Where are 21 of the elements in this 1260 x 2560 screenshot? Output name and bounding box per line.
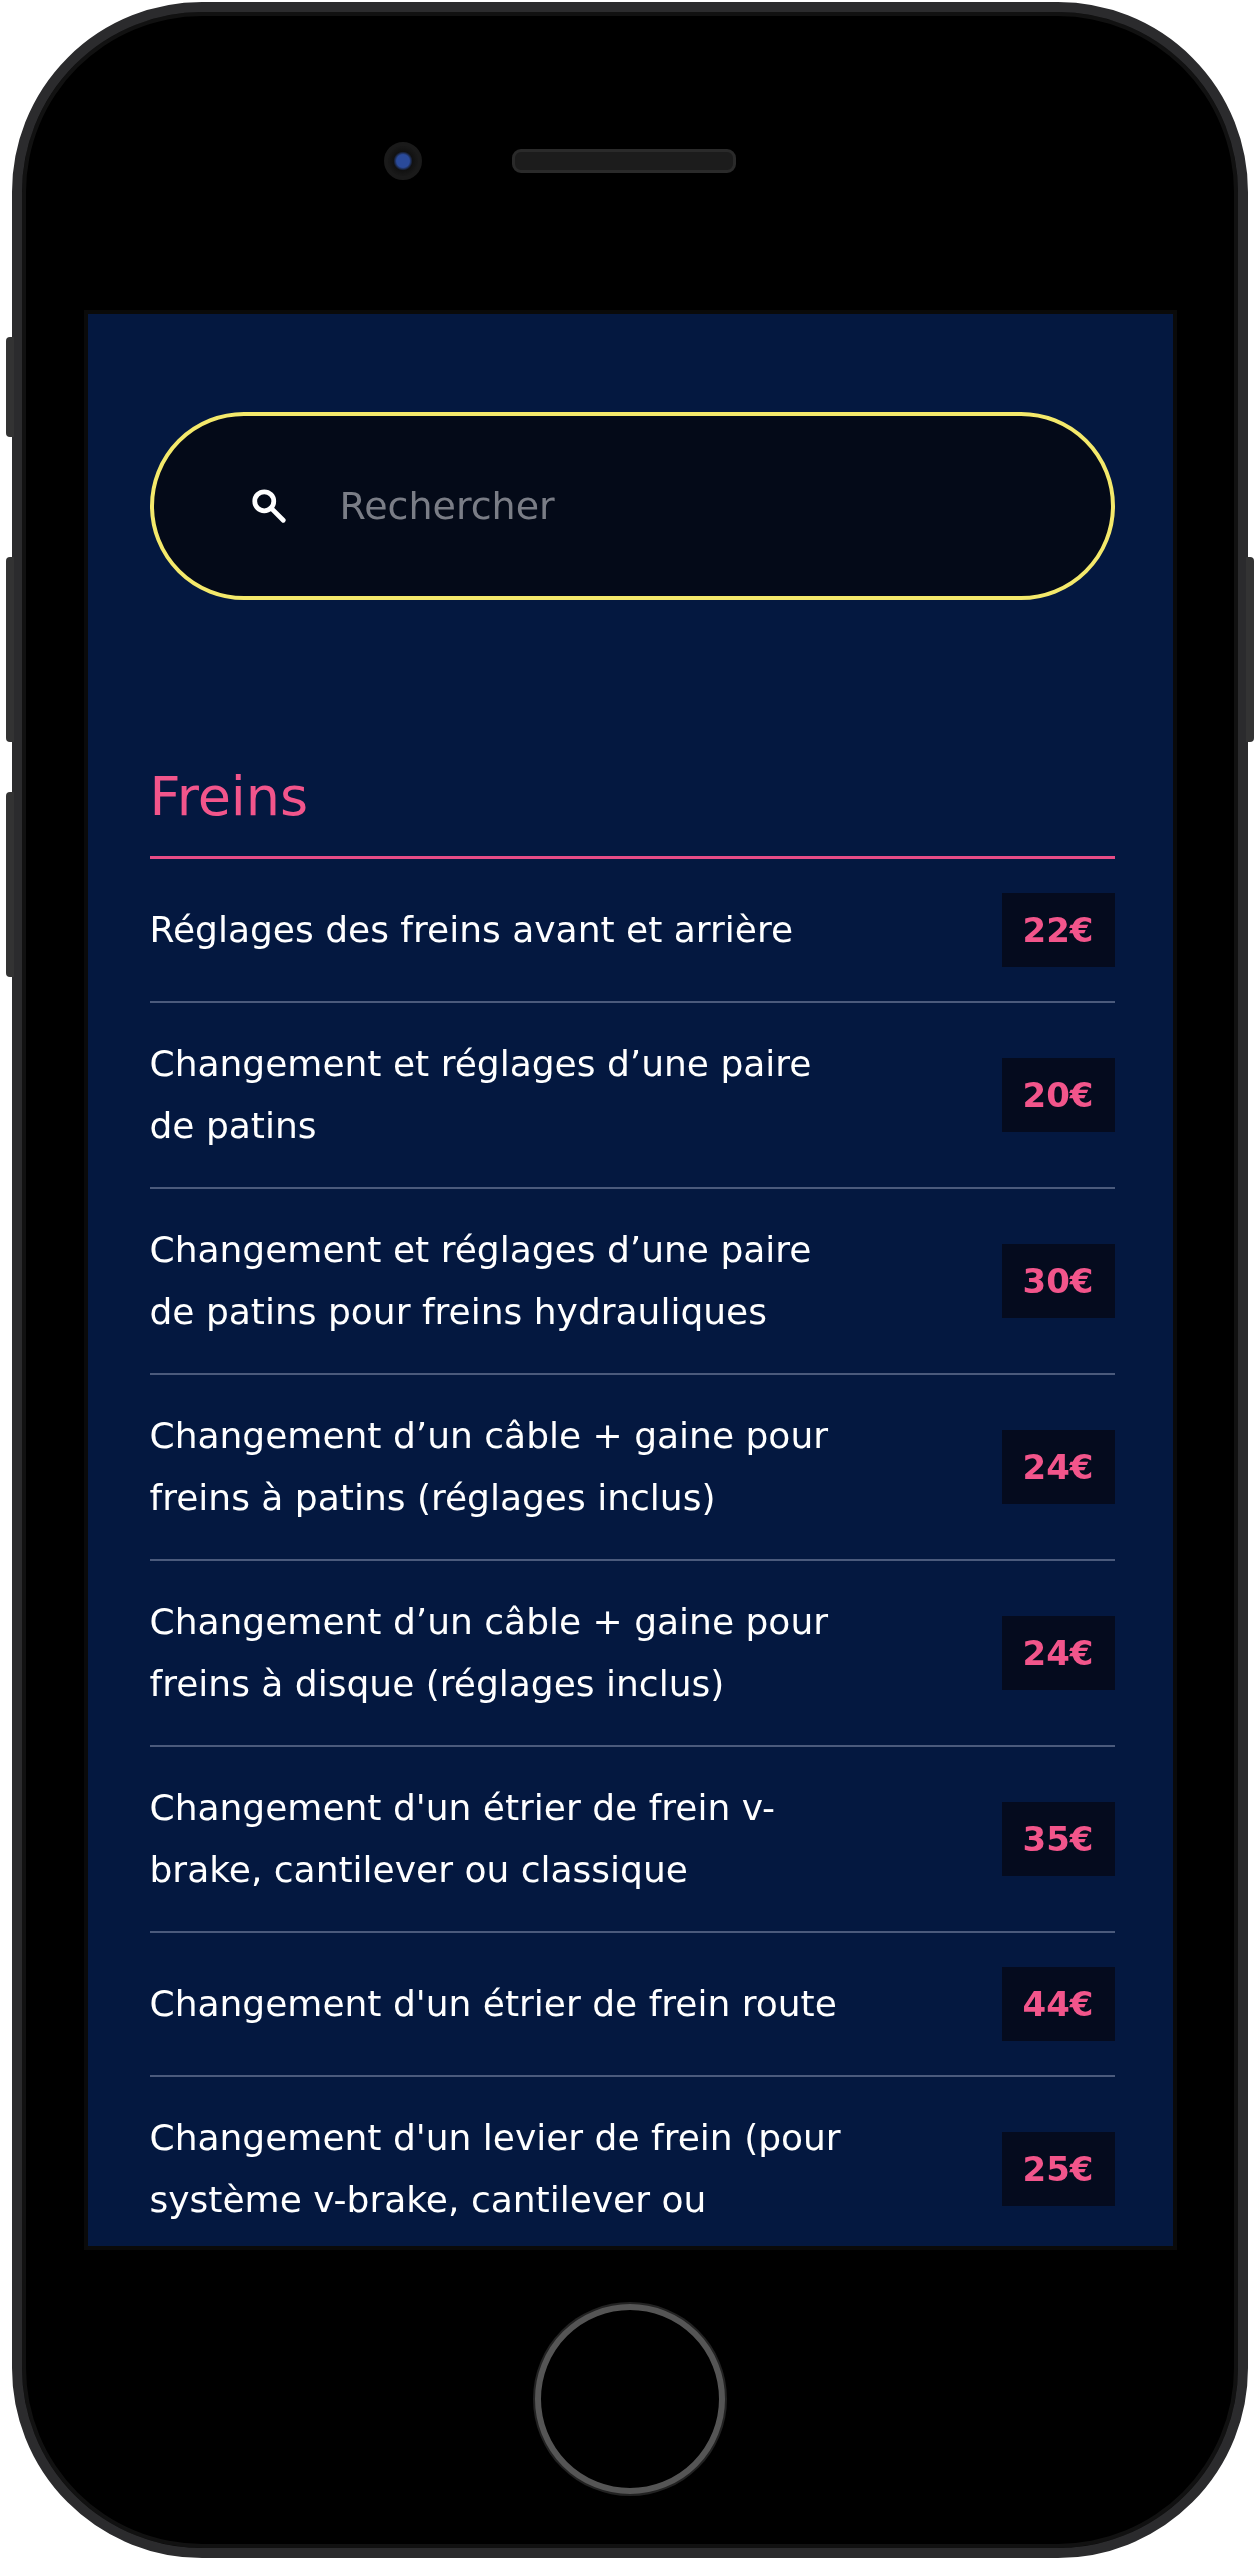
service-name: Changement d'un levier de frein (pour système v-brake, cantilever ou (149, 2115, 842, 2222)
service-name: Changement et réglages d’une paire de patins pour freins hydrauliques (149, 1227, 813, 1334)
search-icon (249, 487, 288, 525)
service-name: Changement d'un étrier de frein v-brake, cantilever ou classique (149, 1785, 777, 1892)
price-tag: 24€ (1001, 1429, 1115, 1504)
service-name: Changement d'un étrier de frein route (149, 1981, 837, 2026)
price-tag: 25€ (1001, 2131, 1115, 2206)
section-title: Freins (149, 765, 310, 830)
price-tag: 35€ (1001, 1801, 1115, 1876)
camera-icon (384, 142, 422, 180)
service-name: Réglages des freins avant et arrière (149, 907, 794, 952)
price-tag: 44€ (1001, 1966, 1115, 2041)
price-tag: 24€ (1001, 1615, 1115, 1690)
search-field[interactable]: Rechercher (149, 412, 1115, 600)
service-name: Changement d’un câble + gaine pour freins à patins (réglages inclus) (149, 1413, 829, 1520)
service-name: Changement d’un câble + gaine pour freins à disque (réglages inclus) (149, 1599, 829, 1706)
price-tag: 30€ (1001, 1243, 1115, 1318)
search-input[interactable]: Rechercher (339, 476, 1111, 536)
service-name: Changement et réglages d’une paire de patins (149, 1041, 813, 1148)
price-tag: 22€ (1001, 892, 1115, 967)
price-tag: 20€ (1001, 1057, 1115, 1132)
